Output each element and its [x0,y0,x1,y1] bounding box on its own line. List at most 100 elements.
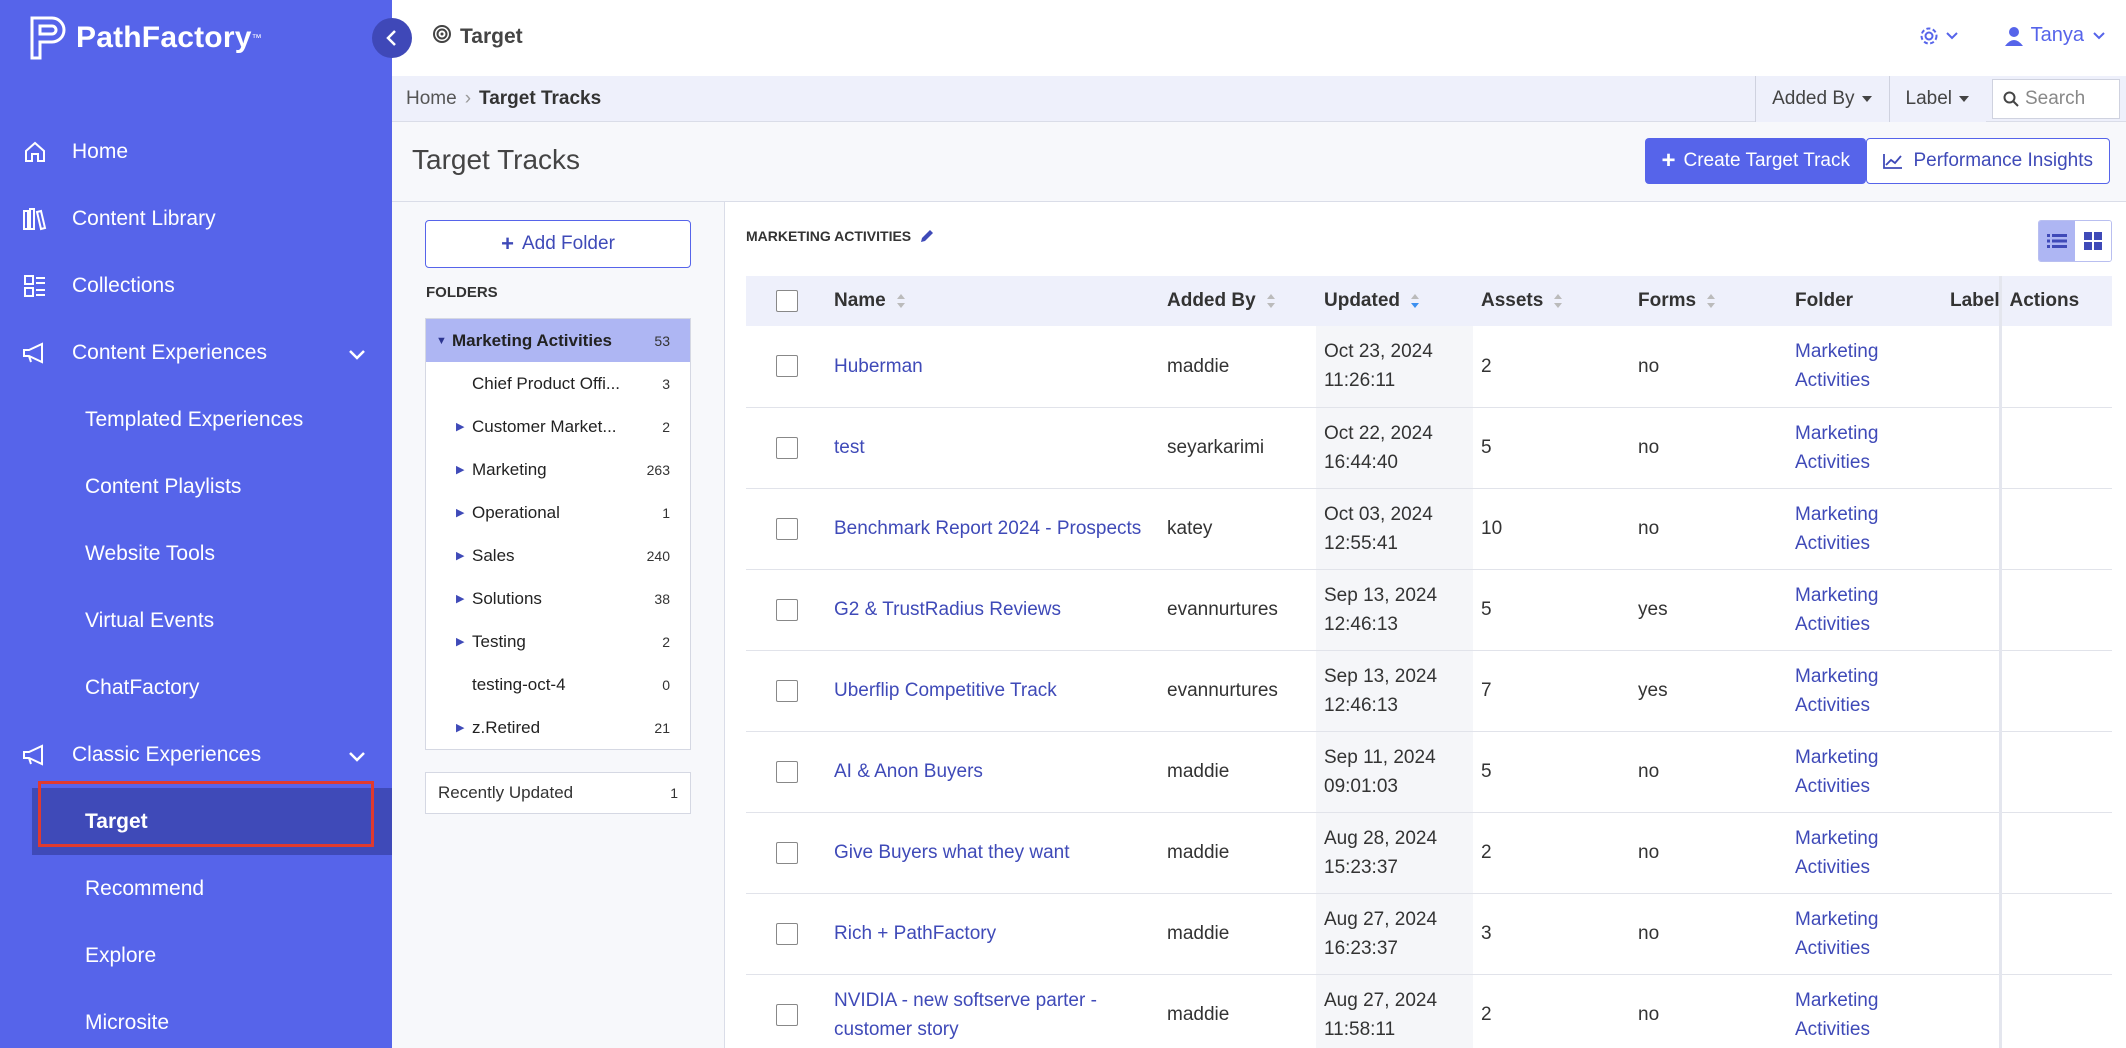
track-name-link[interactable]: AI & Anon Buyers [834,761,983,782]
folder-link-line: Marketing [1795,746,1879,768]
performance-insights-button[interactable]: Performance Insights [1866,138,2110,184]
folder-item-chief-product-officer[interactable]: Chief Product Offi... 3 [426,362,690,405]
forms-cell: no [1638,437,1660,458]
column-header-name[interactable]: Name [826,276,1159,326]
folder-link-line: Marketing [1795,908,1879,930]
sidebar-item-chatfactory[interactable]: ChatFactory [0,654,392,721]
caret-right-icon[interactable]: ▶ [456,506,470,519]
folder-item-solutions[interactable]: ▶ Solutions 38 [426,577,690,620]
folder-item-z-retired[interactable]: ▶ z.Retired 21 [426,706,690,749]
track-name-link[interactable]: Uberflip Competitive Track [834,680,1057,701]
column-header-updated[interactable]: Updated [1316,276,1473,326]
row-checkbox[interactable] [776,355,798,378]
sidebar-item-label: Content Playlists [85,474,242,498]
track-name-link[interactable]: NVIDIA - new softserve parter - customer… [834,990,1097,1040]
create-target-track-button[interactable]: + Create Target Track [1645,138,1866,184]
breadcrumb-bar: Home › Target Tracks Added By Label Sear… [392,76,2126,122]
sidebar-item-classic-experiences[interactable]: Classic Experiences [0,721,392,788]
gear-icon [1920,27,1938,44]
select-all-checkbox[interactable] [776,290,798,312]
folder-link[interactable]: Marketing Activities [1795,662,1942,720]
sidebar-item-content-library[interactable]: Content Library [0,185,392,252]
caret-right-icon[interactable]: ▶ [456,549,470,562]
label-cell [1942,326,2002,407]
row-checkbox[interactable] [776,517,798,540]
recently-updated-folder[interactable]: Recently Updated 1 [425,772,691,814]
caret-down-icon: ▼ [436,334,447,347]
folder-link[interactable]: Marketing Activities [1795,824,1942,882]
sidebar-item-home[interactable]: Home [0,118,392,185]
sidebar-item-recommend[interactable]: Recommend [0,855,392,922]
track-name-link[interactable]: G2 & TrustRadius Reviews [834,599,1061,620]
sidebar-item-website-tools[interactable]: Website Tools [0,520,392,587]
track-name-link[interactable]: Huberman [834,356,923,377]
sidebar-item-microsite[interactable]: Microsite [0,989,392,1048]
library-icon [22,206,48,232]
folder-item-testing[interactable]: ▶ Testing 2 [426,620,690,663]
folders-heading: FOLDERS [426,284,498,301]
folder-item-sales[interactable]: ▶ Sales 240 [426,534,690,577]
column-header-added-by[interactable]: Added By [1159,276,1316,326]
folder-link[interactable]: Marketing Activities [1795,905,1942,963]
add-folder-button[interactable]: + Add Folder [425,220,691,268]
caret-right-icon[interactable]: ▶ [456,721,470,734]
caret-right-icon[interactable]: ▶ [456,463,470,476]
actions-cell [2000,731,2112,812]
caret-right-icon[interactable]: ▶ [456,420,470,433]
list-view-button[interactable] [2039,221,2075,261]
user-menu[interactable]: Tanya [2004,24,2106,47]
row-checkbox[interactable] [776,922,798,945]
folder-item-testing-oct-4[interactable]: testing-oct-4 0 [426,663,690,706]
folder-name: Operational [472,502,560,522]
folder-item-customer-marketing[interactable]: ▶ Customer Market... 2 [426,405,690,448]
sidebar-item-explore[interactable]: Explore [0,922,392,989]
track-name-link[interactable]: test [834,437,865,458]
updated-cell: Aug 28, 2024 15:23:37 [1316,812,1473,893]
row-checkbox[interactable] [776,679,798,702]
row-checkbox[interactable] [776,841,798,864]
sidebar-item-content-playlists[interactable]: Content Playlists [0,453,392,520]
row-checkbox[interactable] [776,760,798,783]
folder-link[interactable]: Marketing Activities [1795,419,1942,477]
folder-link[interactable]: Marketing Activities [1795,500,1942,558]
pathfactory-logo[interactable]: PathFactory ™ [28,14,262,62]
sidebar-item-virtual-events[interactable]: Virtual Events [0,587,392,654]
row-checkbox[interactable] [776,1003,798,1026]
caret-right-icon[interactable]: ▶ [456,592,470,605]
sidebar-item-collections[interactable]: Collections [0,252,392,319]
caret-right-icon[interactable]: ▶ [456,635,470,648]
added-by-filter[interactable]: Added By [1755,76,1889,122]
folder-item-marketing[interactable]: ▶ Marketing 263 [426,448,690,491]
added-by-cell: maddie [1167,355,1230,377]
sidebar-item-content-experiences[interactable]: Content Experiences [0,319,392,386]
sidebar-item-templated-experiences[interactable]: Templated Experiences [0,386,392,453]
track-name-link[interactable]: Give Buyers what they want [834,842,1070,863]
folder-item-marketing-activities[interactable]: ▼ Marketing Activities 53 [426,319,690,362]
forms-cell: no [1638,518,1660,539]
breadcrumb-home[interactable]: Home [406,88,457,110]
row-checkbox[interactable] [776,598,798,621]
column-header-forms[interactable]: Forms [1630,276,1787,326]
grid-view-button[interactable] [2075,221,2111,261]
forms-cell: no [1638,842,1660,863]
pencil-icon[interactable] [919,228,935,244]
folder-link[interactable]: Marketing Activities [1795,743,1942,801]
collapse-sidebar-button[interactable] [372,18,412,58]
sidebar: PathFactory ™ Home Content Library Collec… [0,0,392,1048]
settings-menu[interactable] [1919,26,1959,46]
track-name-link[interactable]: Rich + PathFactory [834,923,996,944]
folder-link[interactable]: Marketing Activities [1795,581,1942,639]
select-all-cell [746,276,826,326]
folder-link[interactable]: Marketing Activities [1795,986,1942,1044]
label-filter[interactable]: Label [1888,76,1986,122]
row-checkbox[interactable] [776,436,798,459]
assets-cell: 2 [1481,1004,1492,1025]
folder-item-operational[interactable]: ▶ Operational 1 [426,491,690,534]
folder-link[interactable]: Marketing Activities [1795,337,1942,395]
search-input[interactable]: Search [1992,79,2120,119]
column-header-assets[interactable]: Assets [1473,276,1630,326]
updated-time: 09:01:03 [1324,775,1398,797]
button-label: Create Target Track [1683,150,1850,171]
breadcrumb: Home › Target Tracks [406,88,601,110]
track-name-link[interactable]: Benchmark Report 2024 - Prospects [834,518,1141,539]
